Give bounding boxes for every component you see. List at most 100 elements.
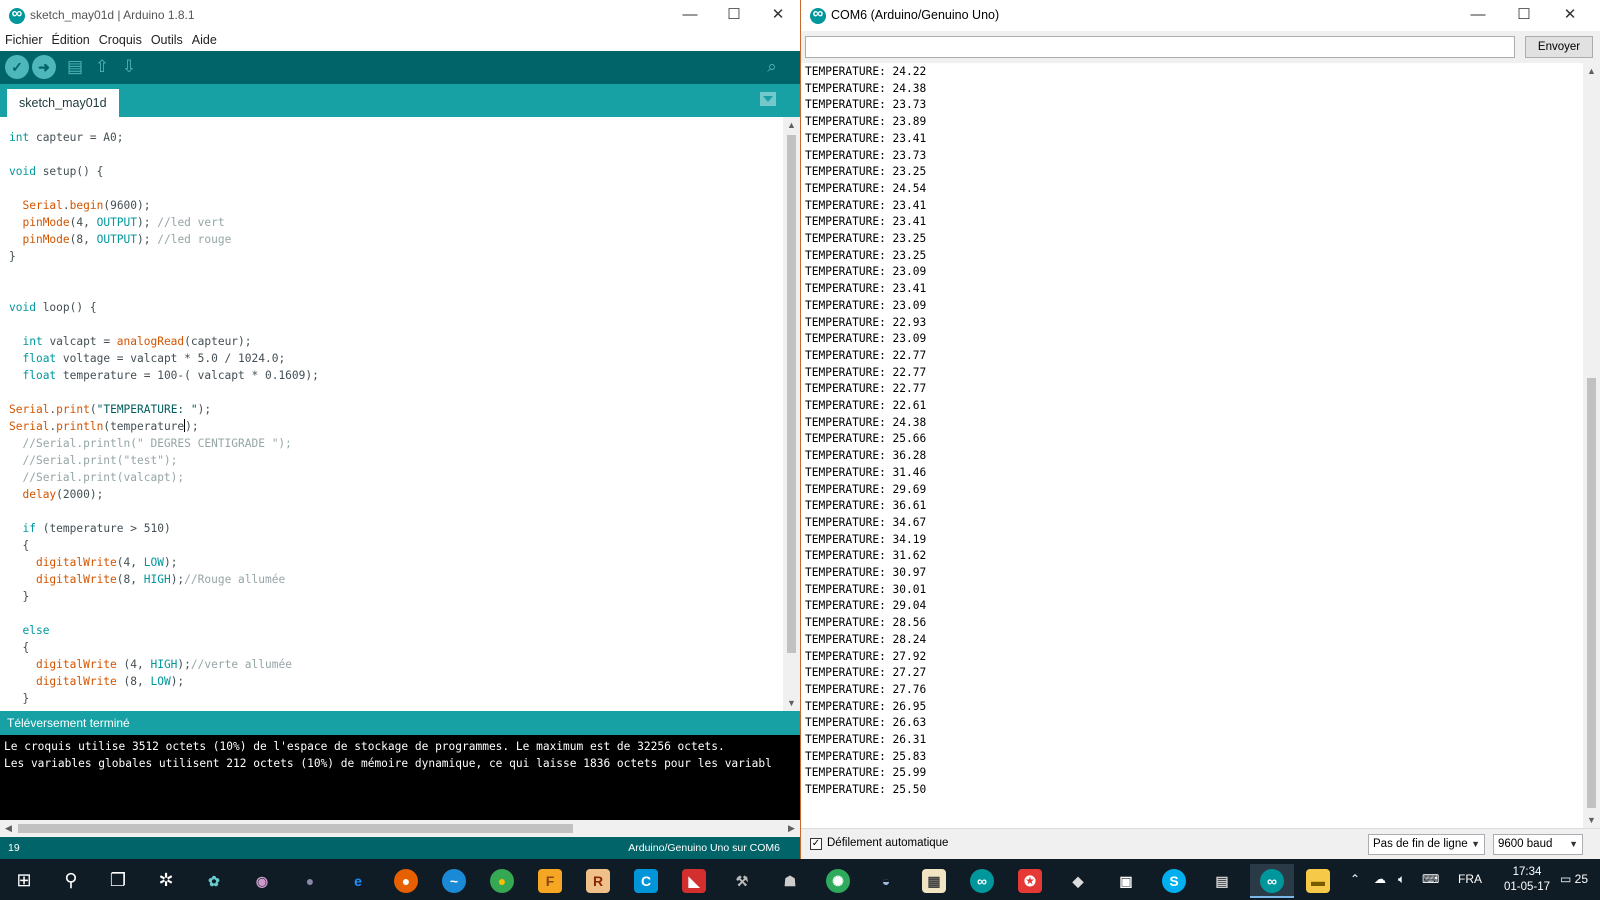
- chrome-icon[interactable]: ●: [486, 864, 518, 896]
- scroll-up-icon[interactable]: ▲: [1583, 63, 1600, 79]
- upload-button[interactable]: ➜: [32, 55, 56, 79]
- serial-line: TEMPERATURE: 23.41: [805, 215, 927, 229]
- serial-line: TEMPERATURE: 27.76: [805, 682, 927, 696]
- task-view-icon[interactable]: ❐: [102, 864, 134, 896]
- keyboard-icon[interactable]: ⌨: [1422, 859, 1439, 900]
- arduino-active-icon[interactable]: ∞: [1250, 864, 1294, 898]
- arduino-ide-window: sketch_may01d | Arduino 1.8.1 — ☐ ✕ Fich…: [0, 0, 800, 859]
- notifications-icon[interactable]: ▭ 25: [1560, 859, 1588, 900]
- serial-line: TEMPERATURE: 24.22: [805, 65, 927, 78]
- file-explorer-icon[interactable]: ▬: [1302, 864, 1334, 896]
- scroll-right-icon[interactable]: ▶: [783, 820, 800, 837]
- app-gear-icon[interactable]: ✲: [150, 864, 182, 896]
- serial-scroll-thumb[interactable]: [1587, 378, 1596, 808]
- baud-rate-value: 9600 baud: [1498, 838, 1553, 850]
- menu-outils[interactable]: Outils: [146, 31, 187, 47]
- save-sketch-button[interactable]: ⇩: [118, 56, 140, 78]
- ide-footer: 19 Arduino/Genuino Uno sur COM6: [0, 837, 800, 859]
- ide-status-bar: Téléversement terminé: [0, 711, 800, 735]
- serial-line: TEMPERATURE: 22.77: [805, 348, 927, 362]
- app-plan-icon[interactable]: ▦: [918, 864, 950, 896]
- app-cat-icon[interactable]: ☗: [774, 864, 806, 896]
- maximize-icon[interactable]: ☐: [712, 0, 756, 31]
- line-ending-select[interactable]: Pas de fin de ligne ▼: [1368, 834, 1485, 855]
- clock[interactable]: 17:34 01-05-17: [1504, 865, 1550, 895]
- app-flower-icon[interactable]: ✿: [198, 864, 230, 896]
- baud-rate-select[interactable]: 9600 baud ▼: [1493, 834, 1583, 855]
- serial-line: TEMPERATURE: 23.09: [805, 332, 927, 346]
- scroll-left-icon[interactable]: ◀: [0, 820, 17, 837]
- app-disc-icon[interactable]: ◒: [870, 864, 902, 896]
- start-button-windows-icon[interactable]: ⊞: [8, 864, 40, 896]
- code-text[interactable]: int capteur = A0; void setup() { Serial.…: [9, 129, 319, 707]
- line-number: 19: [8, 842, 20, 854]
- app-tools-icon[interactable]: ⚒: [726, 864, 758, 896]
- scroll-up-icon[interactable]: ▲: [783, 117, 800, 133]
- tray-chevron-up-icon[interactable]: ⌃: [1350, 859, 1360, 900]
- ide-titlebar[interactable]: sketch_may01d | Arduino 1.8.1 — ☐ ✕: [0, 0, 800, 31]
- search-icon[interactable]: ⚲: [55, 864, 87, 896]
- board-port-label: Arduino/Genuino Uno sur COM6: [628, 842, 780, 854]
- verify-button[interactable]: ✓: [5, 55, 29, 79]
- serial-titlebar[interactable]: COM6 (Arduino/Genuino Uno) — ☐ ✕: [801, 0, 1600, 31]
- ide-tabbar: sketch_may01d: [0, 84, 800, 117]
- editor-vertical-scrollbar[interactable]: ▲ ▼: [783, 117, 800, 711]
- app-atom-icon[interactable]: ✺: [822, 864, 854, 896]
- serial-line: TEMPERATURE: 25.83: [805, 749, 927, 763]
- serial-line: TEMPERATURE: 24.38: [805, 415, 927, 429]
- console-horizontal-scrollbar[interactable]: ◀ ▶: [0, 820, 800, 837]
- open-sketch-button[interactable]: ⇧: [91, 56, 113, 78]
- serial-line: TEMPERATURE: 23.25: [805, 232, 927, 245]
- onedrive-cloud-icon[interactable]: ☁: [1374, 859, 1386, 900]
- code-editor[interactable]: int capteur = A0; void setup() { Serial.…: [0, 117, 783, 711]
- send-button[interactable]: Envoyer: [1525, 36, 1593, 58]
- minimize-icon[interactable]: —: [1456, 0, 1500, 31]
- arduino-app-icon[interactable]: ∞: [966, 864, 998, 896]
- skype-icon[interactable]: S: [1158, 864, 1190, 896]
- tab-sketch[interactable]: sketch_may01d: [7, 89, 119, 117]
- menu-croquis[interactable]: Croquis: [94, 31, 146, 47]
- serial-monitor-button[interactable]: ⌕: [761, 56, 783, 78]
- scroll-down-icon[interactable]: ▼: [783, 695, 800, 711]
- app-f-icon[interactable]: F: [534, 864, 566, 896]
- menu-edition[interactable]: Édition: [47, 31, 94, 47]
- app-helmet-icon[interactable]: ●: [294, 864, 326, 896]
- tab-menu-dropdown-icon[interactable]: [760, 92, 776, 106]
- serial-line: TEMPERATURE: 29.69: [805, 482, 927, 496]
- editor-scroll-thumb[interactable]: [787, 135, 796, 653]
- app-document-icon[interactable]: ▤: [1206, 864, 1238, 896]
- app-diamond-icon[interactable]: ◆: [1062, 864, 1094, 896]
- serial-line: TEMPERATURE: 28.56: [805, 616, 927, 630]
- console-scroll-thumb[interactable]: [18, 824, 573, 833]
- app-globe-icon[interactable]: ◉: [246, 864, 278, 896]
- app-swift-icon[interactable]: ~: [438, 864, 470, 896]
- scroll-down-icon[interactable]: ▼: [1583, 812, 1600, 828]
- app-r-icon[interactable]: R: [582, 864, 614, 896]
- maximize-icon[interactable]: ☐: [1502, 0, 1546, 31]
- minimize-icon[interactable]: —: [668, 0, 712, 31]
- serial-line: TEMPERATURE: 22.77: [805, 382, 927, 396]
- language-indicator[interactable]: FRA: [1458, 859, 1482, 900]
- volume-icon[interactable]: 🔈︎: [1398, 859, 1405, 900]
- ide-console[interactable]: Le croquis utilise 3512 octets (10%) de …: [0, 735, 800, 820]
- close-icon[interactable]: ✕: [756, 0, 800, 31]
- edge-browser-icon[interactable]: e: [342, 864, 374, 896]
- serial-send-input[interactable]: [805, 36, 1515, 58]
- menu-fichier[interactable]: Fichier: [0, 31, 47, 47]
- app-red-icon[interactable]: ◣: [678, 864, 710, 896]
- status-message: Téléversement terminé: [7, 716, 130, 730]
- new-sketch-button[interactable]: ▤: [64, 56, 86, 78]
- app-c-icon[interactable]: C: [630, 864, 662, 896]
- close-icon[interactable]: ✕: [1548, 0, 1592, 31]
- menu-aide[interactable]: Aide: [187, 31, 221, 47]
- serial-output[interactable]: TEMPERATURE: 24.22 TEMPERATURE: 24.38 TEMP…: [801, 63, 1583, 828]
- store-icon[interactable]: ▣: [1110, 864, 1142, 896]
- serial-line: TEMPERATURE: 27.92: [805, 649, 927, 663]
- ide-menubar: Fichier Édition Croquis Outils Aide: [0, 31, 800, 51]
- autoscroll-checkbox[interactable]: ✓: [810, 838, 822, 850]
- app-robot-icon[interactable]: ✪: [1014, 864, 1046, 896]
- firefox-icon[interactable]: ●: [390, 864, 422, 896]
- notification-count: 25: [1574, 872, 1589, 886]
- serial-vertical-scrollbar[interactable]: ▲ ▼: [1583, 63, 1600, 828]
- serial-bottom-bar: ✓ Défilement automatique Pas de fin de l…: [801, 828, 1600, 859]
